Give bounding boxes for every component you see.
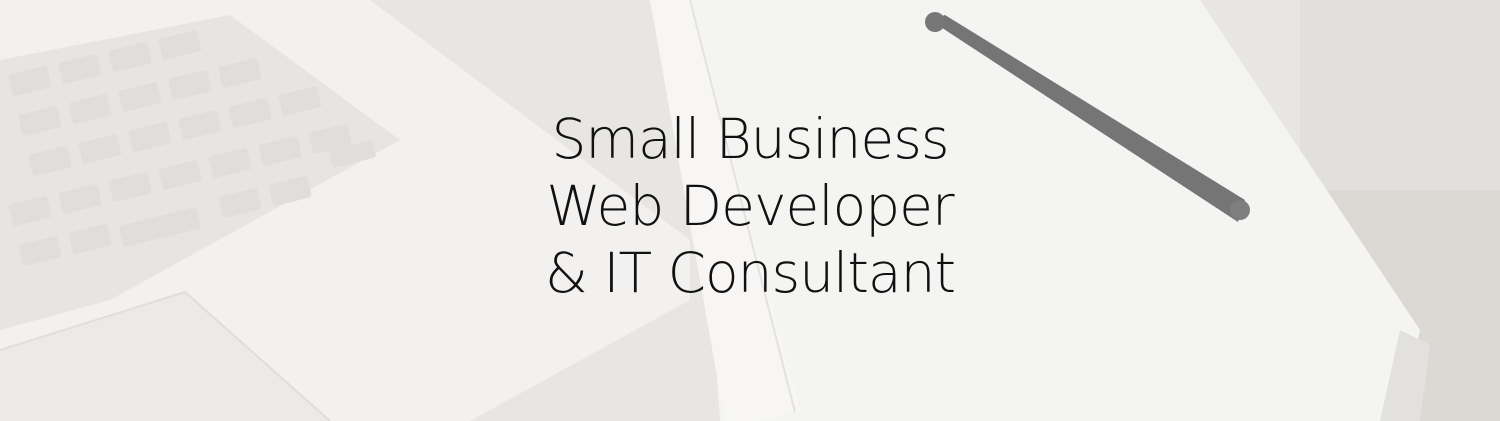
headline-line-3: & IT Consultant [544,241,956,305]
headline-line-2: Web Developer [546,174,954,238]
headline-line-1: Small Business [551,107,949,171]
hero-banner: Small Business Web Developer & IT Consul… [0,0,1500,421]
hero-headline: Small Business Web Developer & IT Consul… [0,106,1500,307]
